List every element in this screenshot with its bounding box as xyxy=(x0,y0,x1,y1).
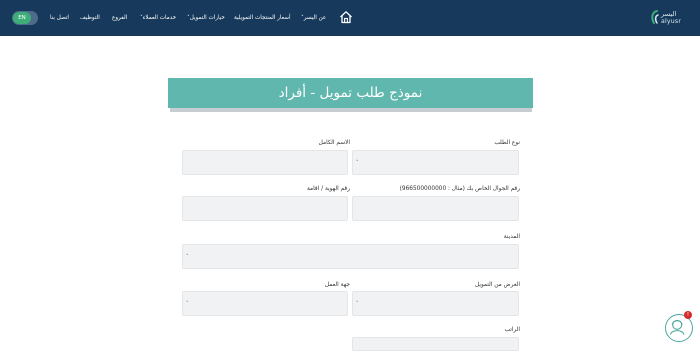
logo-arabic-text: اليسر xyxy=(661,10,677,18)
language-toggle[interactable]: EN xyxy=(12,11,38,25)
full-name-input[interactable] xyxy=(182,150,348,175)
chevron-down-icon: ˅ xyxy=(356,301,359,307)
nav-item-contact[interactable]: اتصل بنا xyxy=(50,14,69,22)
salary-input[interactable] xyxy=(352,337,519,351)
purpose-label: الغرض من التمويل xyxy=(474,282,520,288)
form-banner: نموذج طلب تمويل - أفراد xyxy=(168,78,533,108)
full-name-label: الاسم الكامل xyxy=(318,140,350,146)
chevron-down-icon: ˅ xyxy=(356,160,359,166)
city-label: المدينة xyxy=(503,234,520,240)
nav-item-customer-services[interactable]: خدمات العملاء˅ xyxy=(140,14,176,22)
mobile-input[interactable] xyxy=(352,196,519,221)
city-select[interactable]: ˅ xyxy=(182,244,519,269)
salary-label: الراتب xyxy=(504,327,521,333)
banner-shadow xyxy=(170,108,532,112)
purpose-select[interactable]: ˅ xyxy=(352,291,519,316)
id-number-label: رقم الهوية / اقامة xyxy=(306,186,350,192)
nav-item-about[interactable]: عن اليسر˅ xyxy=(301,14,326,22)
top-navbar: EN اتصل بنا التوظيف الفروع خدمات العملاء… xyxy=(0,0,700,36)
employer-label: جهة العمل xyxy=(324,282,350,288)
chat-notification-badge: ! xyxy=(684,311,692,319)
nav-item-careers[interactable]: التوظيف xyxy=(80,14,100,22)
mobile-label: رقم الجوال الخاص بك (مثال : 966500000000… xyxy=(399,186,520,192)
nav-item-financing-options[interactable]: خيارات التمويل˅ xyxy=(187,14,225,22)
language-toggle-label[interactable]: EN xyxy=(13,12,31,24)
logo-icon xyxy=(651,10,659,24)
chevron-down-icon: ˅ xyxy=(186,301,189,307)
logo-english-text: alyusr xyxy=(661,18,682,25)
employer-select[interactable]: ˅ xyxy=(182,291,348,316)
loan-type-label: نوع الطلب xyxy=(494,140,520,146)
logo[interactable]: اليسر alyusr xyxy=(648,8,690,30)
chevron-down-icon: ˅ xyxy=(186,254,189,260)
home-icon[interactable] xyxy=(339,10,353,24)
nav-item-branches[interactable]: الفروع xyxy=(112,14,127,22)
id-number-input[interactable] xyxy=(182,196,348,221)
page-title: نموذج طلب تمويل - أفراد xyxy=(278,85,423,101)
loan-type-select[interactable]: ˅ xyxy=(352,150,519,175)
nav-item-product-prices[interactable]: أسعار المنتجات التمويلية xyxy=(234,14,291,22)
